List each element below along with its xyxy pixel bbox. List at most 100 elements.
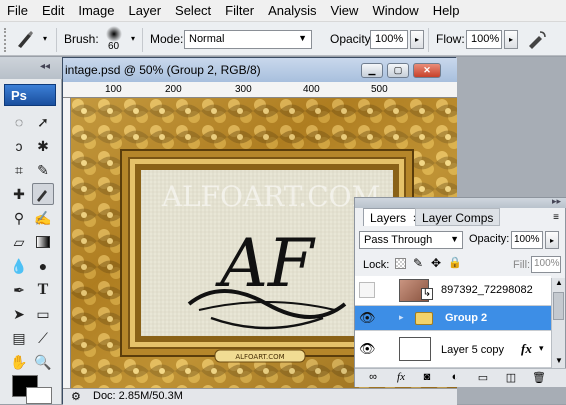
pen-tool-icon[interactable]: ✒	[8, 279, 30, 301]
type-tool-icon[interactable]: T	[32, 279, 54, 301]
eyedropper-slice-tool-icon[interactable]: ✎	[32, 159, 54, 181]
vertical-ruler[interactable]	[63, 98, 71, 388]
fill-input[interactable]: 100%	[531, 256, 561, 273]
document-title-bar[interactable]: intage.psd @ 50% (Group 2, RGB/8) ▁ ▢ ✕	[63, 58, 457, 82]
ruler-tick: 500	[371, 84, 388, 95]
layer-row-layer-5-copy[interactable]: 👁 Layer 5 copy fx ▾	[355, 331, 551, 368]
flow-slider-arrow-icon[interactable]: ▸	[504, 30, 518, 49]
document-size-status[interactable]: Doc: 2.85M/50.3M	[93, 390, 183, 402]
new-group-icon[interactable]: ▭	[475, 371, 491, 385]
lock-all-icon[interactable]: 🔒	[448, 256, 462, 269]
rectangle-tool-icon[interactable]: ▭	[32, 303, 54, 325]
menu-bar: File Edit Image Layer Select Filter Anal…	[0, 0, 566, 22]
zoom-tool-icon[interactable]: 🔍	[32, 351, 54, 373]
panel-menu-icon[interactable]: ≡	[553, 212, 559, 223]
brush-picker-dropdown-icon[interactable]: ▾	[126, 30, 140, 49]
eyedropper-tool-icon[interactable]: ⟋	[32, 327, 54, 349]
lasso-tool-icon[interactable]: ↄ	[8, 135, 30, 157]
eye-icon[interactable]: 👁	[359, 341, 376, 357]
hand-tool-icon[interactable]: ✋	[8, 351, 30, 373]
maximize-button[interactable]: ▢	[387, 63, 409, 78]
menu-image[interactable]: Image	[71, 0, 121, 22]
visibility-toggle-off[interactable]	[359, 282, 375, 298]
menu-filter[interactable]: Filter	[218, 0, 261, 22]
add-layer-style-icon[interactable]: fx	[393, 371, 409, 385]
collapse-arrows-icon[interactable]: ▸▸	[552, 196, 561, 207]
brush-tool-preset-icon[interactable]	[14, 28, 36, 50]
eye-icon[interactable]: 👁	[359, 310, 376, 326]
expand-group-arrow-icon[interactable]: ▸	[399, 312, 404, 323]
airbrush-icon[interactable]	[526, 28, 548, 50]
lock-transparency-icon[interactable]	[395, 258, 406, 269]
scroll-up-icon[interactable]: ▲	[555, 278, 563, 287]
tools-panel: ◂◂ Ps ◌ ➚ ↄ ✱ ⌗ ✎ ✚ ⚲ ✍ ▱ 💧 ● ✒ T ➤ ▭ ▤ …	[0, 57, 62, 404]
opacity-slider-arrow-icon[interactable]: ▸	[410, 30, 424, 49]
document-title: intage.psd @ 50% (Group 2, RGB/8)	[65, 63, 261, 77]
layer-thumbnail	[399, 337, 431, 361]
eraser-tool-icon[interactable]: ▱	[8, 231, 30, 253]
add-mask-icon[interactable]: ◙	[419, 371, 435, 385]
path-selection-tool-icon[interactable]: ➤	[8, 303, 30, 325]
horizontal-ruler[interactable]: 100 200 300 400 500	[63, 82, 457, 98]
menu-layer[interactable]: Layer	[122, 0, 169, 22]
menu-analysis[interactable]: Analysis	[261, 0, 323, 22]
healing-brush-tool-icon[interactable]: ✚	[8, 183, 30, 205]
tool-preset-dropdown-icon[interactable]: ▾	[38, 30, 52, 49]
ruler-tick: 400	[303, 84, 320, 95]
tools-panel-header[interactable]: ◂◂	[0, 57, 62, 79]
scroll-down-icon[interactable]: ▼	[555, 356, 563, 365]
blend-mode-select[interactable]: Pass Through ▼	[359, 231, 463, 249]
clone-stamp-tool-icon[interactable]: ⚲	[8, 207, 30, 229]
folder-icon	[415, 312, 433, 325]
status-options-icon[interactable]: ⚙	[71, 390, 81, 403]
notes-tool-icon[interactable]: ▤	[8, 327, 30, 349]
background-color-swatch[interactable]	[26, 387, 52, 404]
lock-position-icon[interactable]: ✥	[431, 256, 441, 270]
ruler-tick: 300	[235, 84, 252, 95]
minimize-button[interactable]: ▁	[361, 63, 383, 78]
menu-file[interactable]: File	[0, 0, 35, 22]
layer-opacity-input[interactable]: 100%	[511, 231, 543, 249]
layer-row-897392[interactable]: ↳ 897392_72298082	[355, 276, 551, 306]
menu-help[interactable]: Help	[426, 0, 467, 22]
chevron-down-icon: ▼	[298, 33, 307, 43]
options-bar-grip[interactable]	[4, 28, 8, 52]
marquee-tool-icon[interactable]: ◌	[8, 111, 30, 133]
mode-select[interactable]: Normal ▼	[184, 30, 312, 49]
blur-tool-icon[interactable]: 💧	[8, 255, 30, 277]
dodge-tool-icon[interactable]: ●	[32, 255, 54, 277]
tab-layer-comps[interactable]: Layer Comps	[415, 208, 501, 226]
link-layers-icon[interactable]: ∞	[365, 371, 381, 385]
layers-scrollbar[interactable]: ▲ ▼	[551, 278, 565, 368]
history-brush-tool-icon[interactable]: ✍	[32, 207, 54, 229]
delete-layer-icon[interactable]: 🗑	[531, 371, 547, 385]
layer-effects-icon[interactable]: fx	[521, 341, 532, 357]
chevron-down-icon: ▼	[450, 234, 459, 244]
layer-row-group-2[interactable]: 👁 ▸ Group 2	[355, 306, 551, 331]
collapse-arrows-icon[interactable]: ◂◂	[40, 61, 50, 72]
crop-tool-icon[interactable]: ⌗	[8, 159, 30, 181]
lock-pixels-icon[interactable]: ✎	[413, 256, 423, 270]
new-layer-icon[interactable]: ◫	[503, 371, 519, 385]
fill-label: Fill:	[513, 259, 531, 271]
mode-label: Mode:	[150, 32, 184, 46]
layer-opacity-arrow-icon[interactable]: ▸	[545, 231, 559, 249]
opacity-input[interactable]: 100%	[370, 30, 408, 49]
adjustment-layer-icon[interactable]: ◐	[447, 371, 463, 385]
scrollbar-thumb[interactable]	[553, 292, 564, 320]
lock-label: Lock:	[363, 259, 390, 271]
layers-panel-grip[interactable]: ▸▸	[355, 196, 566, 208]
menu-view[interactable]: View	[323, 0, 365, 22]
menu-select[interactable]: Select	[168, 0, 218, 22]
gradient-tool-icon[interactable]	[32, 231, 54, 253]
close-button[interactable]: ✕	[413, 63, 441, 78]
menu-edit[interactable]: Edit	[35, 0, 71, 22]
photoshop-logo[interactable]: Ps	[4, 84, 56, 106]
brush-tool-icon[interactable]	[32, 183, 54, 205]
layer-name: Group 2	[445, 312, 488, 324]
move-tool-icon[interactable]: ➚	[32, 111, 54, 133]
flow-input[interactable]: 100%	[466, 30, 502, 49]
magic-wand-tool-icon[interactable]: ✱	[32, 135, 54, 157]
menu-window[interactable]: Window	[365, 0, 425, 22]
expand-effects-arrow-icon[interactable]: ▾	[539, 343, 544, 354]
